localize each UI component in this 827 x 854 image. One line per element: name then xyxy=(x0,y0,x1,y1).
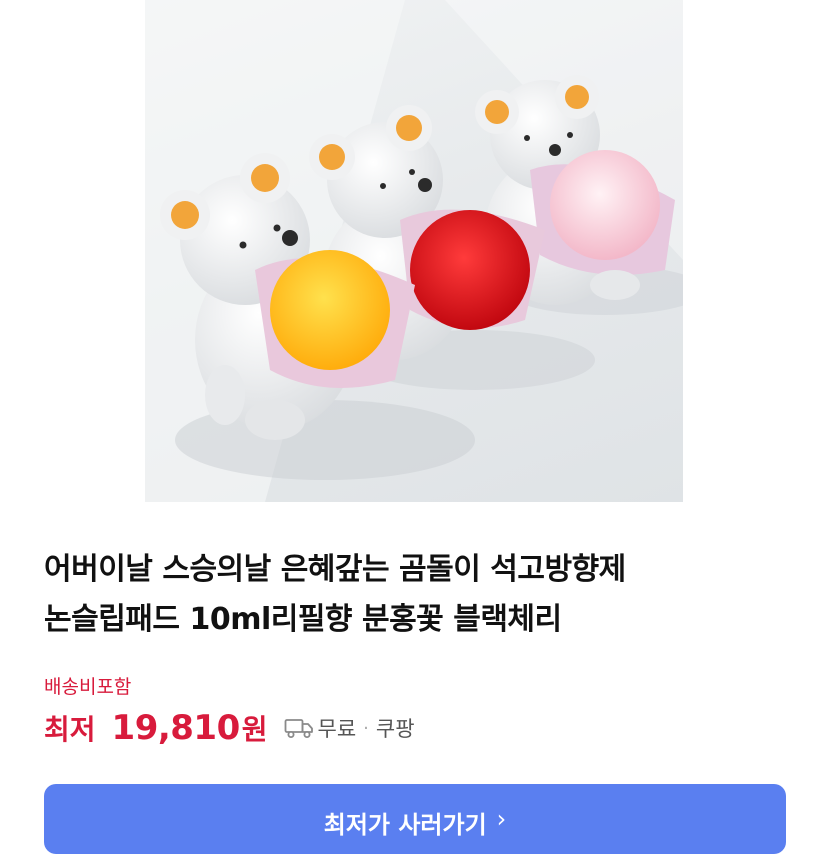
price-unit: 원 xyxy=(241,713,268,746)
product-title: 어버이날 스승의날 은혜갚는 곰돌이 석고방향제 논슬립패드 10ml리필향 분… xyxy=(44,545,784,645)
price-prefix: 최저 xyxy=(44,713,96,746)
shipping-included-label: 배송비포함 xyxy=(44,676,132,698)
product-title-line1: 어버이날 스승의날 은혜갚는 곰돌이 석고방향제 xyxy=(44,552,626,587)
chevron-right-icon: › xyxy=(496,805,507,833)
free-shipping-label: 무료 xyxy=(317,717,357,741)
separator-dot: · xyxy=(363,717,369,739)
truck-icon xyxy=(284,717,314,739)
price-value: 19,810 xyxy=(111,708,241,748)
product-image[interactable] xyxy=(145,0,683,502)
product-title-line2: 논슬립패드 10ml리필향 분홍꽃 블랙체리 xyxy=(44,602,562,637)
price-row: 최저 19,810 원 무료 · 쿠팡 xyxy=(44,706,415,750)
cta-label: 최저가 사러가기 xyxy=(323,811,487,839)
seller-name: 쿠팡 xyxy=(375,717,415,741)
bear-diffuser-illustration xyxy=(145,0,683,502)
buy-lowest-price-button[interactable]: 최저가 사러가기 › xyxy=(44,784,786,854)
